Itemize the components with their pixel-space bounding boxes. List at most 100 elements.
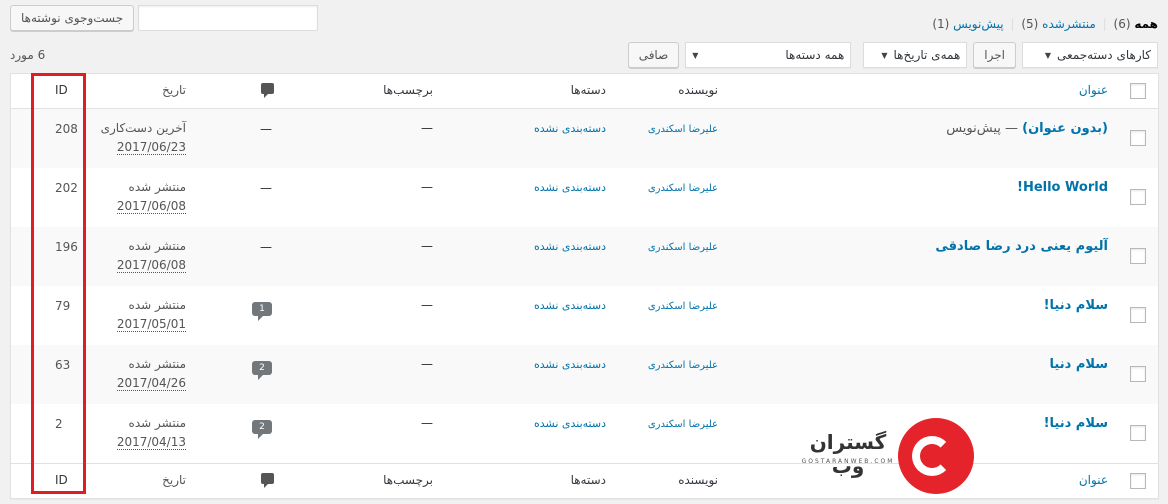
table-row: (بدون عنوان) — پیش‌نویس علیرضا اسکندری د… <box>11 109 1158 168</box>
post-date-value: 2017/06/23 <box>116 140 186 155</box>
row-checkbox[interactable] <box>1130 189 1146 205</box>
comment-count: 1 <box>252 302 272 321</box>
search-posts-button[interactable]: جست‌وجوی نوشته‌ها <box>10 5 135 31</box>
post-id: 2 <box>55 417 63 431</box>
select-all-checkbox[interactable] <box>1130 83 1146 99</box>
post-category[interactable]: دسته‌بندی نشده <box>534 240 606 253</box>
post-date: آخرین دست‌کاری 2017/06/23 <box>101 119 186 157</box>
post-category[interactable]: دسته‌بندی نشده <box>534 358 606 371</box>
post-id: 196 <box>55 240 78 254</box>
post-title-link[interactable]: آلیوم یعنی درد رضا صادقی <box>935 239 1108 254</box>
dates-select[interactable]: همه‌ی تاریخ‌ها ▼ <box>863 42 968 68</box>
post-author[interactable]: علیرضا اسکندری <box>648 124 718 135</box>
post-status: آخرین دست‌کاری <box>100 121 186 135</box>
column-id[interactable]: ID <box>55 83 68 97</box>
comment-count: — <box>260 122 272 136</box>
post-author[interactable]: علیرضا اسکندری <box>648 360 718 371</box>
column-author: نویسنده <box>678 83 718 97</box>
gostaranweb-logo: گستران وب GOSTARANWEB.COM <box>800 418 980 494</box>
table-row: آلیوم یعنی درد رضا صادقی علیرضا اسکندری … <box>11 227 1158 286</box>
post-title: (بدون عنوان) — پیش‌نویس <box>946 121 1108 136</box>
table-row: سلام دنیا! علیرضا اسکندری دسته‌بندی نشده… <box>11 404 1158 463</box>
post-title: سلام دنیا! <box>1044 298 1108 313</box>
post-title-link[interactable]: Hello World! <box>1017 180 1108 195</box>
comment-count: 2 <box>252 361 272 380</box>
post-title-link[interactable]: سلام دنیا! <box>1044 416 1108 431</box>
column-comments[interactable] <box>261 83 274 98</box>
categories-select[interactable]: همه دسته‌ها ▼ <box>685 42 852 68</box>
post-date-value: 2017/04/13 <box>116 435 186 450</box>
post-status: منتشر شده <box>128 180 186 194</box>
bulk-actions-select[interactable]: کارهای دسته‌جمعی ▼ <box>1022 42 1158 68</box>
filter-button[interactable]: صافی <box>627 42 680 68</box>
post-category[interactable]: دسته‌بندی نشده <box>534 122 606 135</box>
post-author[interactable]: علیرضا اسکندری <box>648 301 718 312</box>
post-date: منتشر شده 2017/04/26 <box>116 355 186 393</box>
post-title: Hello World! <box>1017 180 1108 195</box>
apply-button[interactable]: اجرا <box>973 42 1016 68</box>
post-status: منتشر شده <box>128 416 186 430</box>
post-date: منتشر شده 2017/06/08 <box>116 237 186 275</box>
column-categories: دسته‌ها <box>570 473 606 487</box>
view-draft[interactable]: پیش‌نویس <box>953 17 1003 31</box>
row-checkbox[interactable] <box>1130 248 1146 264</box>
table-row: سلام دنیا! علیرضا اسکندری دسته‌بندی نشده… <box>11 286 1158 345</box>
column-author: نویسنده <box>678 473 718 487</box>
post-date: منتشر شده 2017/06/08 <box>116 178 186 216</box>
row-checkbox[interactable] <box>1130 425 1146 441</box>
search-input[interactable] <box>138 5 319 31</box>
view-separator: | <box>1010 17 1015 31</box>
comment-count-bubble[interactable]: 2 <box>252 418 272 439</box>
post-category[interactable]: دسته‌بندی نشده <box>534 181 606 194</box>
row-checkbox[interactable] <box>1130 130 1146 146</box>
view-published[interactable]: منتشرشده <box>1042 17 1096 31</box>
post-tags: — <box>421 416 433 430</box>
post-tags: — <box>421 121 433 135</box>
items-count: 6 مورد <box>10 48 46 62</box>
select-all-checkbox[interactable] <box>1130 473 1146 489</box>
post-id: 202 <box>55 181 78 195</box>
comment-count-bubble[interactable]: 1 <box>252 300 272 321</box>
search-box: جست‌وجوی نوشته‌ها <box>10 5 319 31</box>
post-category[interactable]: دسته‌بندی نشده <box>534 417 606 430</box>
post-author[interactable]: علیرضا اسکندری <box>648 183 718 194</box>
post-title: سلام دنیا! <box>1044 416 1108 431</box>
post-date: منتشر شده 2017/05/01 <box>116 296 186 334</box>
post-category[interactable]: دسته‌بندی نشده <box>534 299 606 312</box>
comment-count: 2 <box>252 420 272 439</box>
post-tags: — <box>421 357 433 371</box>
post-author[interactable]: علیرضا اسکندری <box>648 242 718 253</box>
post-date-value: 2017/06/08 <box>116 199 186 214</box>
comment-icon <box>261 83 274 98</box>
post-title-link[interactable]: (بدون عنوان) <box>1022 121 1108 136</box>
post-title-link[interactable]: سلام دنیا! <box>1044 298 1108 313</box>
comment-count-bubble[interactable]: 2 <box>252 359 272 380</box>
chevron-down-icon: ▼ <box>692 50 699 60</box>
view-all[interactable]: همه <box>1134 17 1158 31</box>
column-title[interactable]: عنوان <box>1079 473 1108 487</box>
post-status: منتشر شده <box>128 357 186 371</box>
column-title[interactable]: عنوان <box>1079 83 1108 97</box>
post-title-link[interactable]: سلام دنیا <box>1050 357 1108 372</box>
post-tags: — <box>421 180 433 194</box>
column-date[interactable]: تاریخ <box>162 83 186 97</box>
column-date[interactable]: تاریخ <box>162 473 186 487</box>
row-checkbox[interactable] <box>1130 307 1146 323</box>
post-date-value: 2017/06/08 <box>116 258 186 273</box>
table-row: سلام دنیا علیرضا اسکندری دسته‌بندی نشده … <box>11 345 1158 404</box>
post-date-value: 2017/04/26 <box>116 376 186 391</box>
post-id: 208 <box>55 122 78 136</box>
post-tags: — <box>421 298 433 312</box>
table-header: عنوان نویسنده دسته‌ها برچسب‌ها تاریخ ID <box>11 74 1158 109</box>
column-comments[interactable] <box>261 473 274 488</box>
row-checkbox[interactable] <box>1130 366 1146 382</box>
categories-value: همه دسته‌ها <box>785 48 845 62</box>
column-tags: برچسب‌ها <box>383 83 433 97</box>
comment-icon <box>261 473 274 488</box>
column-id[interactable]: ID <box>55 473 68 487</box>
post-author[interactable]: علیرضا اسکندری <box>648 419 718 430</box>
logo-mark-icon <box>898 418 974 494</box>
logo-url: GOSTARANWEB.COM <box>801 458 895 465</box>
chevron-down-icon: ▼ <box>1044 50 1052 60</box>
posts-table: عنوان نویسنده دسته‌ها برچسب‌ها تاریخ ID … <box>10 73 1159 499</box>
